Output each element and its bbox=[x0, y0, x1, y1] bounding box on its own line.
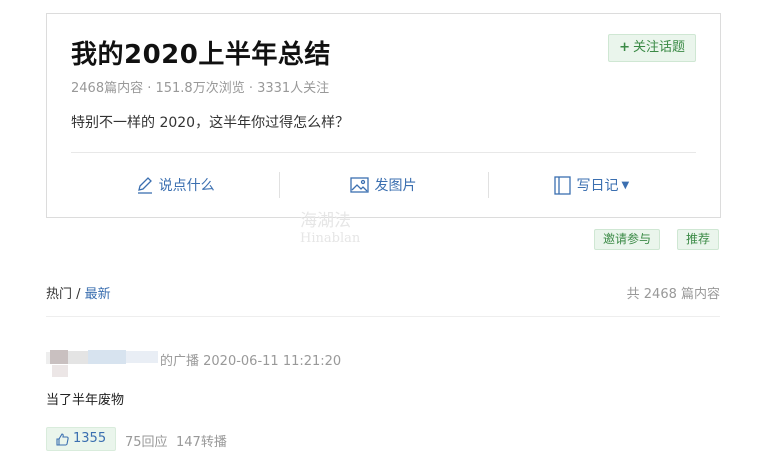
post-meta: 的广播 2020-06-11 11:21:20 bbox=[160, 354, 342, 369]
watermark-line-1: 海湖法 bbox=[300, 211, 351, 231]
watermark: 海湖法 Hinablan bbox=[300, 212, 360, 248]
like-count: 1355 bbox=[73, 431, 107, 446]
book-icon bbox=[554, 175, 572, 195]
invite-button[interactable]: 邀请参与 bbox=[594, 229, 661, 250]
post-body: 当了半年废物 bbox=[46, 393, 125, 408]
topic-title: 我的2020上半年总结 bbox=[71, 40, 331, 70]
reply-count[interactable]: 75回应 bbox=[125, 431, 168, 450]
like-button[interactable]: 1355 bbox=[46, 427, 117, 451]
sort-tabs: 热门 / 最新 bbox=[46, 283, 111, 302]
topic-card: 我的2020上半年总结 + 关注话题 2468篇内容 · 151.8万次浏览 · … bbox=[46, 13, 721, 218]
topic-stats: 2468篇内容 · 151.8万次浏览 · 3331人关注 bbox=[71, 81, 330, 96]
tab-hot[interactable]: 热门 bbox=[46, 287, 72, 302]
blurred-username[interactable] bbox=[46, 349, 158, 379]
say-something-button[interactable]: 说点什么 bbox=[71, 170, 279, 200]
recommend-button[interactable]: 推荐 bbox=[677, 229, 720, 250]
topic-description: 特别不一样的 2020，这半年你过得怎么样？ bbox=[71, 115, 350, 131]
say-something-label: 说点什么 bbox=[158, 178, 215, 194]
caret-down-icon: ▼ bbox=[621, 179, 630, 191]
plus-icon: + bbox=[619, 40, 630, 55]
pencil-icon bbox=[137, 177, 152, 194]
post-image-button[interactable]: 发图片 bbox=[279, 170, 487, 200]
watermark-line-2: Hinablan bbox=[300, 231, 361, 246]
follow-topic-button[interactable]: + 关注话题 bbox=[608, 34, 696, 62]
divider bbox=[46, 316, 720, 317]
image-icon bbox=[350, 177, 370, 193]
thumbs-up-icon bbox=[56, 432, 69, 446]
total-count: 共 2468 篇内容 bbox=[626, 287, 720, 302]
post-actions-bar: 说点什么 发图片 写日记 ▼ bbox=[71, 170, 696, 200]
divider bbox=[71, 152, 696, 153]
tab-latest[interactable]: 最新 bbox=[85, 287, 111, 302]
write-diary-button[interactable]: 写日记 ▼ bbox=[487, 170, 696, 200]
repost-count[interactable]: 147转播 bbox=[176, 431, 227, 450]
follow-topic-label: 关注话题 bbox=[632, 40, 685, 55]
sort-separator: / bbox=[72, 287, 85, 302]
write-diary-label: 写日记 bbox=[576, 178, 619, 194]
post-image-label: 发图片 bbox=[374, 178, 417, 194]
